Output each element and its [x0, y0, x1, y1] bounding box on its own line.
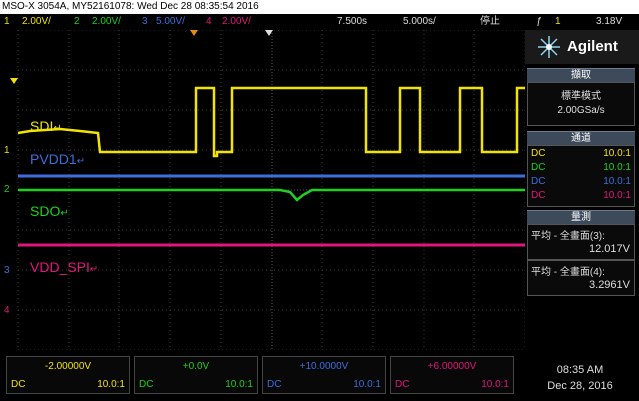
trigger-level-marker — [10, 78, 18, 84]
ch3-info-probe: 10.0:1 — [353, 379, 381, 390]
ch1-offset: -2.00000V — [44, 361, 92, 372]
ch2-info-probe: 10.0:1 — [225, 379, 253, 390]
label-pvdd1: PVDD1↵ — [30, 151, 86, 167]
channels-header[interactable]: 通道 — [527, 131, 635, 146]
ch1-coupling: DC — [531, 148, 546, 159]
ch1-probe: 10.0:1 — [603, 148, 631, 159]
ch3-scale[interactable]: 5.00V/ — [156, 14, 185, 30]
measure-label-1: 平均 - 全畫面(3): — [531, 231, 605, 242]
ch3-info[interactable]: +10.0000V DC 10.0:1 — [262, 356, 386, 394]
ch4-info-coupling: DC — [395, 379, 410, 390]
channel-info-bar: -2.00000V DC 10.0:1 +0.0V DC 10.0:1 +10.… — [0, 350, 639, 401]
ch4-info-probe: 10.0:1 — [481, 379, 509, 390]
ch4-probe: 10.0:1 — [603, 190, 631, 201]
window-title: MSO-X 3054A, MY52161078: Wed Dec 28 08:3… — [0, 0, 639, 14]
ch4-coupling: DC — [531, 190, 546, 201]
label-sdi: SDI↵ — [30, 118, 62, 134]
sample-rate: 2.00GSa/s — [557, 105, 605, 116]
trace-ch1 — [17, 86, 525, 158]
ch3-probe: 10.0:1 — [603, 176, 631, 187]
ch1-info-probe: 10.0:1 — [97, 379, 125, 390]
channels-box[interactable]: DC 10.0:1 DC 10.0:1 DC 10.0:1 DC 10.0:1 — [527, 145, 635, 207]
acquire-box[interactable]: 標準模式 2.00GSa/s — [527, 82, 635, 126]
acquire-header[interactable]: 擷取 — [527, 68, 635, 83]
measure-value-1: 12.017V — [589, 243, 630, 255]
label-vdd-spi: VDD_SPI↵ — [30, 259, 99, 275]
run-state[interactable]: 停止 — [480, 14, 500, 30]
ch1-info[interactable]: -2.00000V DC 10.0:1 — [6, 356, 130, 394]
time-offset[interactable]: 7.500s — [337, 14, 367, 30]
ch3-info-coupling: DC — [267, 379, 282, 390]
ch2-scale[interactable]: 2.00V/ — [92, 14, 121, 30]
ch4-ground-marker[interactable]: 4 — [4, 305, 10, 316]
trigger-position-marker — [190, 30, 198, 36]
waveform-display[interactable]: SDI↵ PVDD1↵ SDO↵ VDD_SPI↵ 1 2 3 4 — [0, 30, 525, 350]
ch4-scale[interactable]: 2.00V/ — [222, 14, 251, 30]
graticule — [10, 30, 525, 350]
trigger-level[interactable]: 3.18V — [596, 14, 622, 30]
brand-logo: Agilent — [525, 30, 639, 64]
ch2-probe: 10.0:1 — [603, 162, 631, 173]
ch4-offset: +6.00000V — [427, 361, 477, 372]
status-bar: 1 2.00V/ 2 2.00V/ 3 5.00V/ 4 2.00V/ 7.50… — [0, 14, 639, 30]
acquire-mode: 標準模式 — [561, 91, 601, 102]
ch2-coupling: DC — [531, 162, 546, 173]
label-sdo: SDO↵ — [30, 203, 69, 219]
ch2-offset: +0.0V — [182, 361, 210, 372]
ch1-scale[interactable]: 2.00V/ — [22, 14, 51, 30]
trigger-channel: 1 — [555, 16, 561, 27]
ch2-info-coupling: DC — [139, 379, 154, 390]
brand-name: Agilent — [567, 38, 618, 55]
ch1-info-coupling: DC — [11, 379, 26, 390]
ch3-ground-marker[interactable]: 3 — [4, 265, 10, 276]
agilent-spark-icon — [538, 36, 560, 58]
clock-date: Dec 28, 2016 — [547, 380, 613, 392]
ch2-ground-marker[interactable]: 2 — [4, 184, 10, 195]
measure-item-2[interactable]: 平均 - 全畫面(4): 3.2961V — [527, 260, 635, 296]
ch3-offset: +10.0000V — [299, 361, 349, 372]
measure-item-1[interactable]: 平均 - 全畫面(3): 12.017V — [527, 224, 635, 260]
ch4-info[interactable]: +6.00000V DC 10.0:1 — [390, 356, 514, 394]
time-scale[interactable]: 5.000s/ — [403, 14, 436, 30]
ch2-number[interactable]: 2 — [74, 14, 80, 30]
clock-time: 08:35 AM — [556, 364, 604, 376]
measure-value-2: 3.2961V — [589, 279, 630, 291]
trigger-edge-icon: ƒ — [536, 16, 542, 27]
measure-label-2: 平均 - 全畫面(4): — [531, 267, 605, 278]
ch3-number[interactable]: 3 — [142, 14, 148, 30]
ch4-number[interactable]: 4 — [206, 14, 212, 30]
ch1-number[interactable]: 1 — [4, 14, 10, 30]
ch1-ground-marker[interactable]: 1 — [4, 145, 10, 156]
ch3-coupling: DC — [531, 176, 546, 187]
ch2-info[interactable]: +0.0V DC 10.0:1 — [134, 356, 258, 394]
measure-header[interactable]: 量測 — [527, 210, 635, 225]
side-panel: Agilent 擷取 標準模式 2.00GSa/s 通道 DC 10.0:1 D… — [525, 30, 639, 401]
